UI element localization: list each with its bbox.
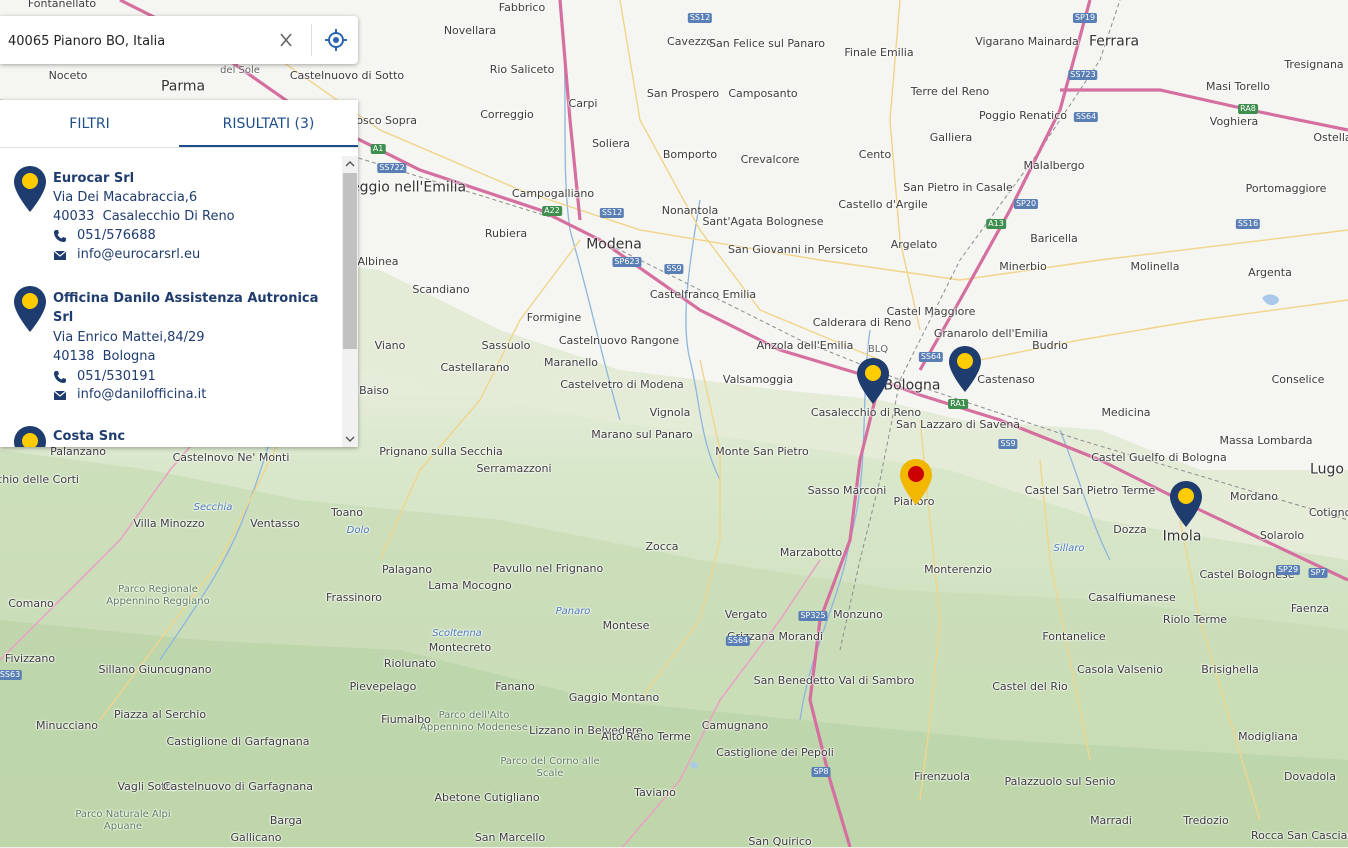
envelope-icon — [53, 250, 67, 260]
tab-results[interactable]: RISULTATI (3) — [179, 100, 358, 147]
result-item[interactable]: Officina Danilo Assistenza Autronica Srl… — [0, 276, 342, 416]
scroll-up-button[interactable] — [342, 156, 358, 172]
result-phone: 051/530191 — [77, 369, 156, 384]
result-item[interactable]: Eurocar Srl Via Dei Macabraccia,6 40033 … — [0, 156, 342, 276]
map-pin-icon — [14, 426, 46, 447]
result-phone: 051/576688 — [77, 228, 156, 243]
phone-icon — [54, 371, 66, 383]
phone-icon — [54, 230, 66, 242]
envelope-icon — [53, 390, 67, 400]
result-postal: 40033 Casalecchio Di Reno — [53, 209, 235, 224]
crosshair-icon — [325, 29, 347, 51]
result-item[interactable]: Costa Snc — [0, 416, 342, 447]
results-scrollbar[interactable] — [342, 156, 358, 447]
chevron-down-icon — [345, 436, 355, 442]
result-postal: 40138 Bologna — [53, 349, 156, 364]
scroll-thumb[interactable] — [343, 173, 357, 349]
chevron-up-icon — [345, 161, 355, 167]
search-input[interactable] — [6, 26, 272, 56]
results-panel: FILTRI RISULTATI (3) Eurocar Srl Via Dei… — [0, 100, 358, 447]
result-name[interactable]: Officina Danilo Assistenza Autronica Srl — [53, 289, 333, 327]
clear-button[interactable] — [273, 28, 299, 52]
map-pin-officina-danilo[interactable] — [949, 346, 981, 392]
locate-me-button[interactable] — [322, 27, 350, 53]
result-name[interactable]: Costa Snc — [53, 427, 333, 446]
panel-tabs: FILTRI RISULTATI (3) — [0, 100, 358, 148]
result-address: Via Enrico Mattei,84/29 — [53, 330, 205, 345]
result-email: info@eurocarsrl.eu — [77, 247, 201, 262]
map-pin-costa[interactable] — [1170, 481, 1202, 527]
map-pin-eurocar[interactable] — [857, 358, 889, 404]
search-box — [0, 16, 358, 64]
result-name[interactable]: Eurocar Srl — [53, 169, 333, 188]
tab-filters[interactable]: FILTRI — [0, 100, 179, 147]
search-divider — [311, 24, 312, 56]
result-email: info@danilofficina.it — [77, 387, 207, 402]
scroll-down-button[interactable] — [342, 431, 358, 447]
map-pin-search-origin[interactable] — [900, 459, 932, 505]
close-icon — [280, 33, 292, 47]
map-pin-icon — [14, 286, 46, 332]
map-pin-icon — [14, 166, 46, 212]
results-list: Eurocar Srl Via Dei Macabraccia,6 40033 … — [0, 156, 342, 447]
result-address: Via Dei Macabraccia,6 — [53, 190, 198, 205]
